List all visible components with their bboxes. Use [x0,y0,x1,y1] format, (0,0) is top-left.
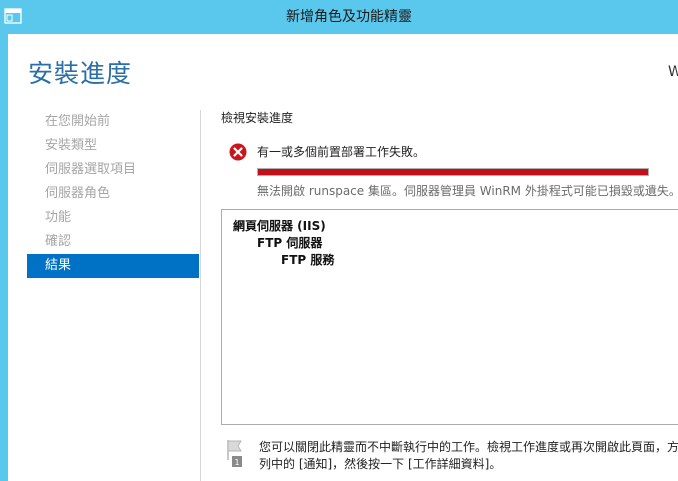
error-detail-text: 無法開啟 runspace 集區。伺服器管理員 WinRM 外掛程式可能已損毀或… [257,184,678,198]
destination-server-label: W [668,64,678,80]
svg-text:1: 1 [234,458,239,467]
nav-divider [200,110,201,481]
page-title: 安裝進度 [28,59,133,88]
results-list[interactable]: 網頁伺服器 (IIS) FTP 伺服器 FTP 服務 [221,209,678,425]
result-item: FTP 伺服器 [257,236,323,250]
nav-item-before-you-begin[interactable]: 在您開始前 [27,110,199,134]
result-item: 網頁伺服器 (IIS) [233,219,326,233]
flag-icon: 1 [227,440,242,467]
nav-item-installation-type[interactable]: 安裝類型 [27,134,199,158]
nav-item-confirmation[interactable]: 確認 [27,230,199,254]
progress-bar-fill [258,169,648,175]
nav-item-server-selection[interactable]: 伺服器選取項目 [27,158,199,182]
window-title: 新增角色及功能精靈 [286,9,412,25]
nav-item-server-roles[interactable]: 伺服器角色 [27,182,199,206]
title-bar: 新增角色及功能精靈 [0,0,678,35]
window-frame-left [0,34,8,481]
footer-note: 您可以關閉此精靈而不中斷執行中的工作。檢視工作進度或再次開啟此頁面，方 列中的 … [259,439,678,473]
error-icon [229,143,247,161]
section-label: 檢視安裝進度 [221,111,294,125]
result-item: FTP 服務 [281,253,335,267]
footer-note-line2: 列中的 [通知]，然後按一下 [工作詳細資料]。 [259,457,502,471]
progress-bar [257,168,649,176]
nav-item-results[interactable]: 結果 [27,254,199,278]
wizard-nav: 在您開始前 安裝類型 伺服器選取項目 伺服器角色 功能 確認 結果 [27,110,199,278]
nav-item-features[interactable]: 功能 [27,206,199,230]
footer-note-line1: 您可以關閉此精靈而不中斷執行中的工作。檢視工作進度或再次開啟此頁面，方 [259,440,678,454]
status-text: 有一或多個前置部署工作失敗。 [257,145,426,159]
